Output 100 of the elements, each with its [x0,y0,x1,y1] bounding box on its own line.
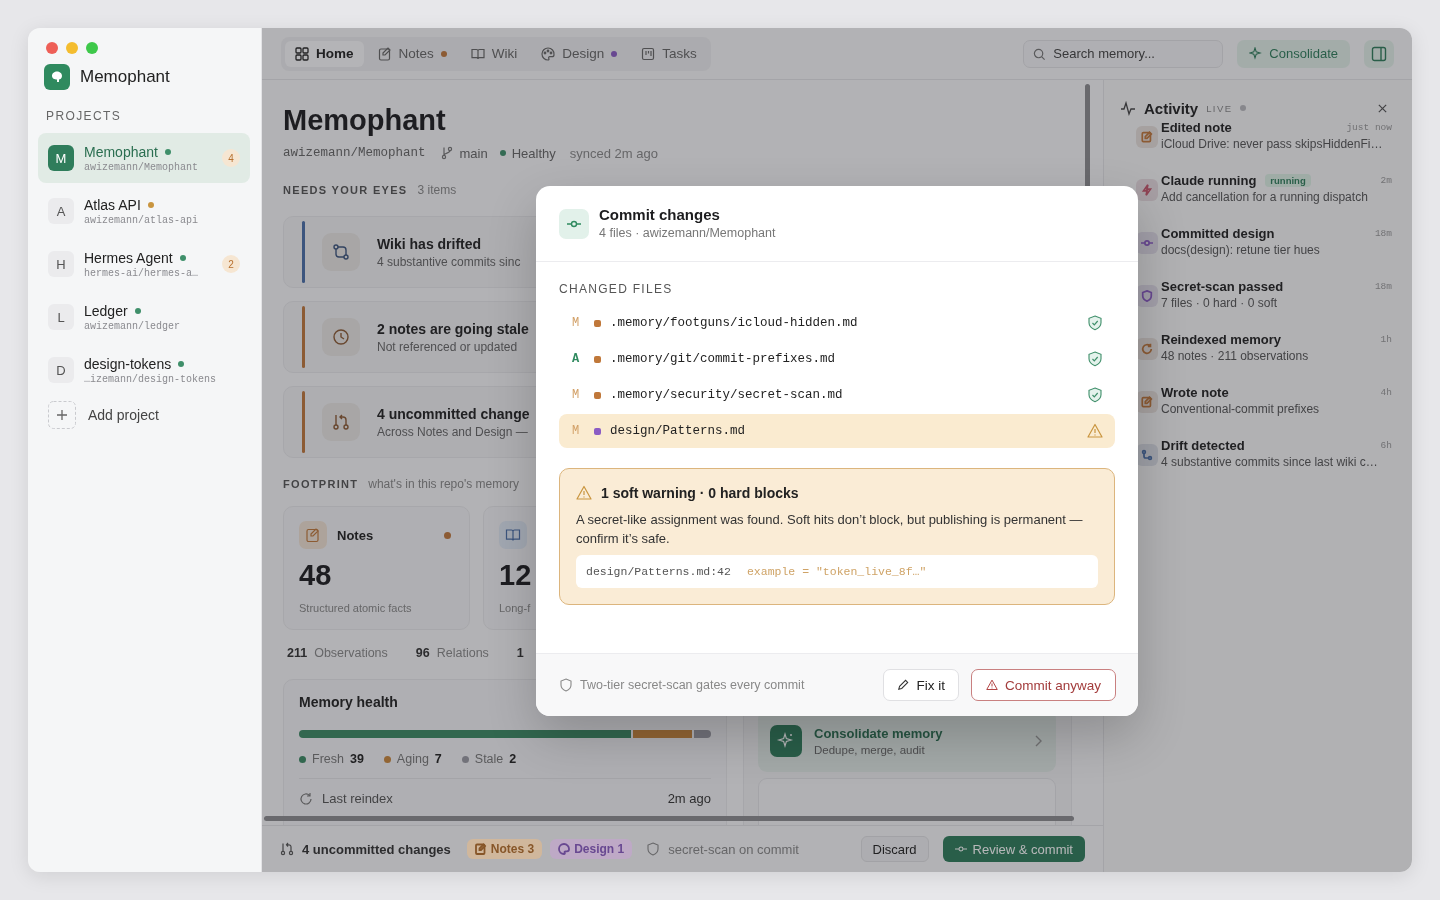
sparkle-icon [1249,46,1264,61]
item-count: 3 items [417,183,457,197]
health-status: Healthy [511,145,556,161]
discard-button[interactable]: Discard [860,836,929,862]
warning-icon [1087,423,1103,439]
file-status: A [572,352,581,366]
activity-time: 4h [1380,387,1392,398]
dialog-title: Commit changes [599,206,721,223]
sync-time: synced 2m ago [569,145,658,161]
legend-label: Fresh [312,752,344,766]
tab[interactable]: Notes [367,40,457,67]
activity-title: Committed design [1161,226,1275,241]
legend-dot [461,755,469,763]
card-subtitle: Across Notes and Design — [377,424,529,439]
stat-card[interactable]: Notes 48 Structured atomic facts [283,506,470,630]
project-item[interactable]: M Memophant awizemann/Memophant 4 [38,133,250,183]
activity-title: Wrote note [1161,385,1229,400]
plus-icon [48,401,76,429]
reindex-time: 2m ago [667,791,711,806]
section-subtitle: what's in this repo's memory [368,477,519,491]
activity-detail: Conventional-commit prefixes [1161,402,1321,416]
search-field[interactable]: Search memory... [1023,39,1224,68]
action-title: Consolidate memory [814,726,943,741]
review-commit-button[interactable]: Review & commit [942,836,1085,862]
pull-request-icon [332,413,350,431]
minimize-window-button[interactable] [66,42,78,54]
panel-toggle-button[interactable] [1364,39,1394,68]
section-heading: NEEDS YOUR EYES [283,184,408,196]
app-logo-icon [44,64,70,90]
card-title: Memory health [299,694,399,710]
file-status: M [572,316,581,330]
activity-title: Secret-scan passed [1161,279,1284,294]
project-repo: …izemann/design-tokens [84,373,218,385]
fix-button[interactable]: Fix it [883,669,959,701]
commit-anyway-button[interactable]: Commit anyway [970,669,1116,701]
legend-count: 39 [349,752,364,766]
activity-item[interactable]: Edited note just now iCloud Drive: never pass skipsHiddenFi… [1120,118,1392,171]
file-row[interactable]: M .memory/footguns/icloud-hidden.md [559,306,1115,340]
project-repo: awizemann/ledger [84,320,181,332]
project-repo: hermes-ai/hermes-a… [84,267,200,279]
grid-icon [295,46,309,61]
activity-detail: docs(design): retune tier hues [1161,243,1321,257]
project-item[interactable]: A Atlas API awizemann/atlas-api [38,186,250,236]
note-icon [305,527,321,543]
project-name: Hermes Agent [84,249,173,266]
close-window-button[interactable] [46,42,58,54]
footer-note: Two-tier secret-scan gates every commit [580,678,805,692]
card-title: 4 uncommitted change [377,405,530,422]
activity-detail: iCloud Drive: never pass skipsHiddenFi… [1161,137,1384,151]
project-repo: awizemann/Memophant [84,161,200,173]
tab[interactable]: Design [531,40,628,67]
dialog-subtitle: 4 files · awizemann/Memophant [599,226,776,240]
file-row[interactable]: M .memory/security/secret-scan.md [559,378,1115,412]
warning-title: 1 soft warning · 0 hard blocks [601,485,799,501]
stat-value: 48 [299,559,333,592]
scan-note: secret-scan on commit [668,841,799,857]
legend-count: 7 [434,752,442,766]
activity-time: 1h [1380,334,1392,345]
project-avatar: A [48,198,74,224]
activity-title: Claude running [1161,173,1257,188]
file-path: design/Patterns.md [610,424,746,438]
repo-path: awizemann/Memophant [283,146,426,160]
tab[interactable]: Home [285,40,364,67]
project-item[interactable]: L Ledger awizemann/ledger [38,292,250,342]
activity-detail: Add cancellation for a running dispatch [1161,190,1369,204]
branch-name: main [459,145,488,161]
changes-count: 4 uncommitted changes [302,841,451,857]
activity-title: Reindexed memory [1161,332,1281,347]
close-icon[interactable] [1377,102,1388,114]
code-location: design/Patterns.md:42 [586,565,731,578]
app-name: Memophant [80,67,170,87]
legend-dot [383,755,391,763]
scrollbar[interactable] [264,816,1074,821]
reindex-label: Last reindex [322,791,393,806]
tab[interactable]: Wiki [460,40,528,67]
file-path: .memory/security/secret-scan.md [610,388,843,402]
projects-heading: PROJECTS [46,109,123,123]
card-title: 2 notes are going stale [377,320,529,337]
live-label: LIVE [1206,102,1233,114]
project-name: design-tokens [84,355,172,372]
file-row[interactable]: M design/Patterns.md [559,414,1115,448]
file-status: M [572,424,581,438]
legend-label: Aging [396,752,429,766]
shield-icon [646,842,661,856]
legend-count: 2 [509,752,517,766]
tab[interactable]: Tasks [631,40,707,67]
shield-check-icon [1087,351,1103,367]
project-avatar: M [48,145,74,171]
warning-icon [985,679,998,691]
stat-number: 96 [415,646,430,660]
file-row[interactable]: A .memory/git/commit-prefixes.md [559,342,1115,376]
book-icon [505,527,521,543]
activity-detail: 4 substantive commits since last wiki c… [1161,455,1379,469]
live-dot [1240,105,1247,111]
project-item[interactable]: H Hermes Agent hermes-ai/hermes-a… 2 [38,239,250,289]
add-project-button[interactable]: Add project [38,398,250,432]
file-path: .memory/git/commit-prefixes.md [610,352,836,366]
project-item[interactable]: D design-tokens …izemann/design-tokens [38,345,250,395]
zoom-window-button[interactable] [86,42,98,54]
stat-caption: Structured atomic facts [299,602,413,614]
